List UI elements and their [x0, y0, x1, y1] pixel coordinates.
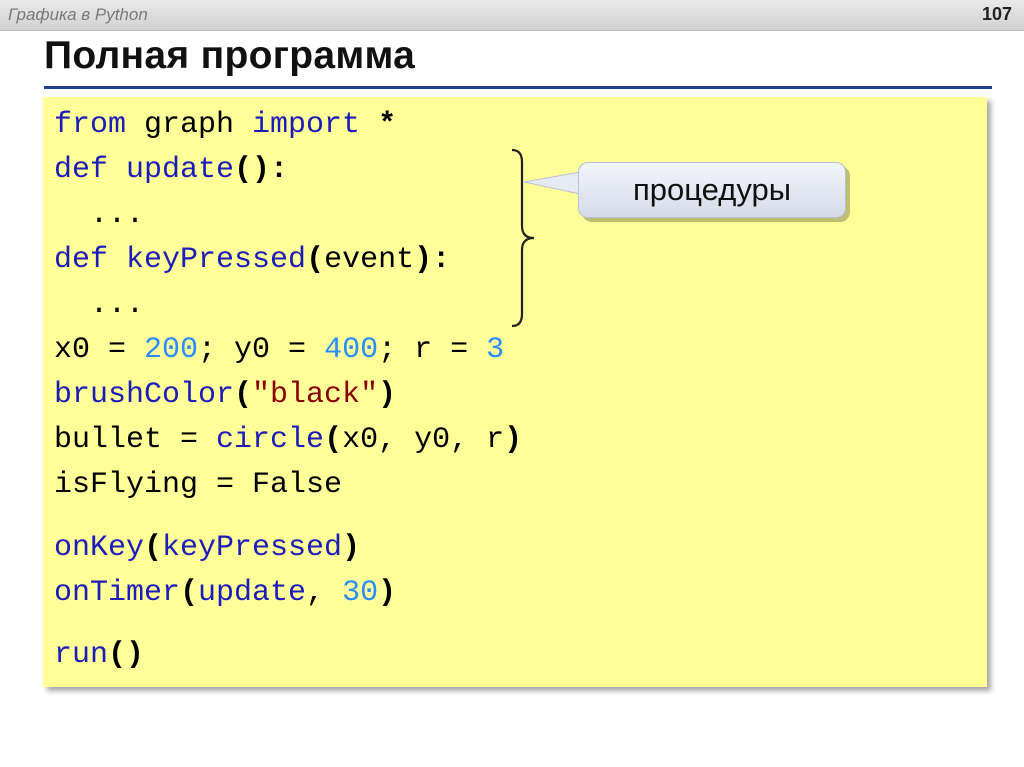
code-line-4: def keyPressed(event): — [54, 243, 451, 277]
code-line-3: ... — [54, 198, 145, 232]
code-line-12: run() — [54, 638, 145, 672]
callout-label: процедуры — [633, 172, 791, 207]
code-line-1: from graph import * — [54, 108, 397, 142]
course-title: Графика в Python — [8, 5, 148, 24]
code-line-5: ... — [54, 288, 145, 322]
slide-number: 107 — [981, 4, 1012, 24]
code-line-10: onKey(keyPressed) — [54, 531, 361, 565]
code-line-6: x0 = 200; y0 = 400; r = 3 — [54, 333, 505, 367]
code-line-7: brushColor("black") — [54, 378, 397, 412]
code-line-8: bullet = circle(x0, y0, r) — [54, 423, 523, 457]
callout-pointer-icon — [523, 171, 580, 195]
header-bar: Графика в Python 107 — [0, 0, 1024, 31]
code-line-11: onTimer(update, 30) — [54, 576, 397, 610]
code-line-2: def update(): — [54, 153, 289, 187]
procedures-callout: процедуры — [578, 162, 846, 218]
title-underline — [44, 86, 992, 89]
code-line-9: isFlying = False — [54, 468, 343, 502]
slide-title: Полная программа — [44, 34, 416, 77]
